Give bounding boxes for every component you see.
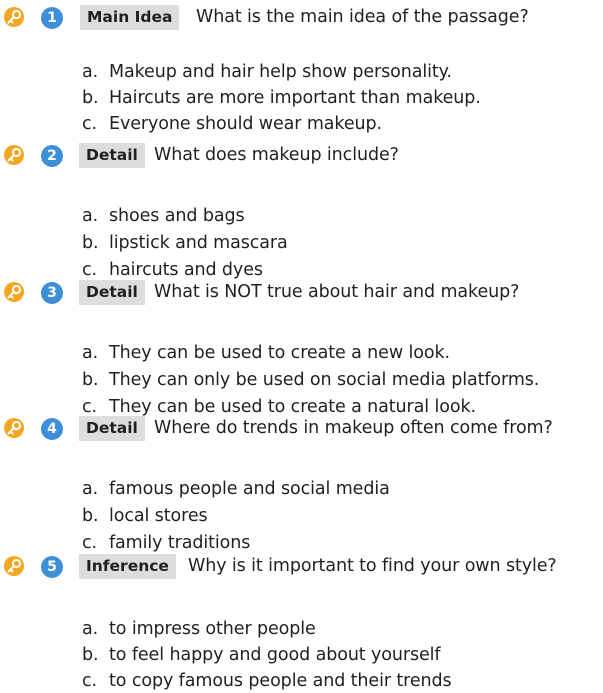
answer-option[interactable]: a. to impress other people <box>82 617 316 641</box>
option-text: family traditions <box>109 533 251 553</box>
answer-option[interactable]: b. Haircuts are more important than makeu… <box>82 86 481 110</box>
option-letter: c. <box>82 114 97 134</box>
option-letter: b. <box>82 506 99 526</box>
option-letter: a. <box>82 62 99 82</box>
option-text: famous people and social media <box>109 479 390 499</box>
option-text: shoes and bags <box>109 206 245 226</box>
option-text: to feel happy and good about yourself <box>109 645 441 665</box>
question-4: 4 Detail Where do trends in makeup often… <box>0 414 603 553</box>
option-letter: a. <box>82 619 99 639</box>
key-icon <box>4 7 24 27</box>
answer-option[interactable]: b. lipstick and mascara <box>82 231 288 255</box>
option-text: to impress other people <box>109 619 316 639</box>
option-letter: a. <box>82 206 99 226</box>
question-header: 2 Detail What does makeup include? <box>0 141 603 171</box>
question-5: 5 Inference Why is it important to find … <box>0 552 603 691</box>
option-text: haircuts and dyes <box>109 260 263 280</box>
answer-option[interactable]: b. to feel happy and good about yourself <box>82 643 441 667</box>
answer-option[interactable]: b. local stores <box>82 504 208 528</box>
question-1: 1 Main Idea What is the main idea of the… <box>0 3 603 134</box>
option-text: Makeup and hair help show personality. <box>109 62 452 82</box>
question-number-badge: 1 <box>41 7 63 29</box>
key-icon <box>4 418 24 438</box>
option-letter: a. <box>82 479 99 499</box>
question-header: 4 Detail Where do trends in makeup often… <box>0 414 603 444</box>
option-letter: b. <box>82 645 99 665</box>
question-2: 2 Detail What does makeup include? a. sho… <box>0 141 603 280</box>
option-letter: b. <box>82 233 99 253</box>
question-number-badge: 3 <box>41 282 63 304</box>
answer-option[interactable]: a. They can be used to create a new look. <box>82 341 450 365</box>
key-icon <box>4 145 24 165</box>
answer-option[interactable]: a. Makeup and hair help show personality. <box>82 60 452 84</box>
option-text: Everyone should wear makeup. <box>109 114 382 134</box>
key-icon <box>4 556 24 576</box>
option-text: They can be used to create a new look. <box>109 343 450 363</box>
option-letter: c. <box>82 671 97 691</box>
question-type-tag: Main Idea <box>80 5 180 30</box>
question-type-tag: Detail <box>79 280 145 305</box>
option-text: lipstick and mascara <box>109 233 288 253</box>
question-number-badge: 4 <box>41 418 63 440</box>
key-icon <box>4 282 24 302</box>
question-3: 3 Detail What is NOT true about hair and… <box>0 278 603 417</box>
question-header: 3 Detail What is NOT true about hair and… <box>0 278 603 308</box>
option-letter: b. <box>82 88 99 108</box>
question-text: What is NOT true about hair and makeup? <box>154 282 520 302</box>
answer-option[interactable]: a. famous people and social media <box>82 477 390 501</box>
option-text: to copy famous people and their trends <box>109 671 452 691</box>
question-type-tag: Detail <box>79 416 145 441</box>
answer-option[interactable]: b. They can only be used on social media … <box>82 368 539 392</box>
question-number-badge: 2 <box>41 145 63 167</box>
answer-option[interactable]: a. shoes and bags <box>82 204 245 228</box>
question-text: Why is it important to find your own sty… <box>188 556 557 576</box>
option-text: They can only be used on social media pl… <box>109 370 540 390</box>
question-number-badge: 5 <box>41 556 63 578</box>
answer-option[interactable]: c. Everyone should wear makeup. <box>82 112 382 136</box>
option-letter: a. <box>82 343 99 363</box>
question-text: What is the main idea of the passage? <box>196 7 529 27</box>
question-header: 5 Inference Why is it important to find … <box>0 552 603 582</box>
question-type-tag: Inference <box>79 554 176 579</box>
answer-option[interactable]: c. to copy famous people and their trends <box>82 669 452 693</box>
option-text: local stores <box>109 506 208 526</box>
question-text: Where do trends in makeup often come fro… <box>154 418 553 438</box>
question-header: 1 Main Idea What is the main idea of the… <box>0 3 603 33</box>
question-text: What does makeup include? <box>154 145 399 165</box>
option-letter: b. <box>82 370 99 390</box>
option-text: Haircuts are more important than makeup. <box>109 88 481 108</box>
question-type-tag: Detail <box>79 143 145 168</box>
